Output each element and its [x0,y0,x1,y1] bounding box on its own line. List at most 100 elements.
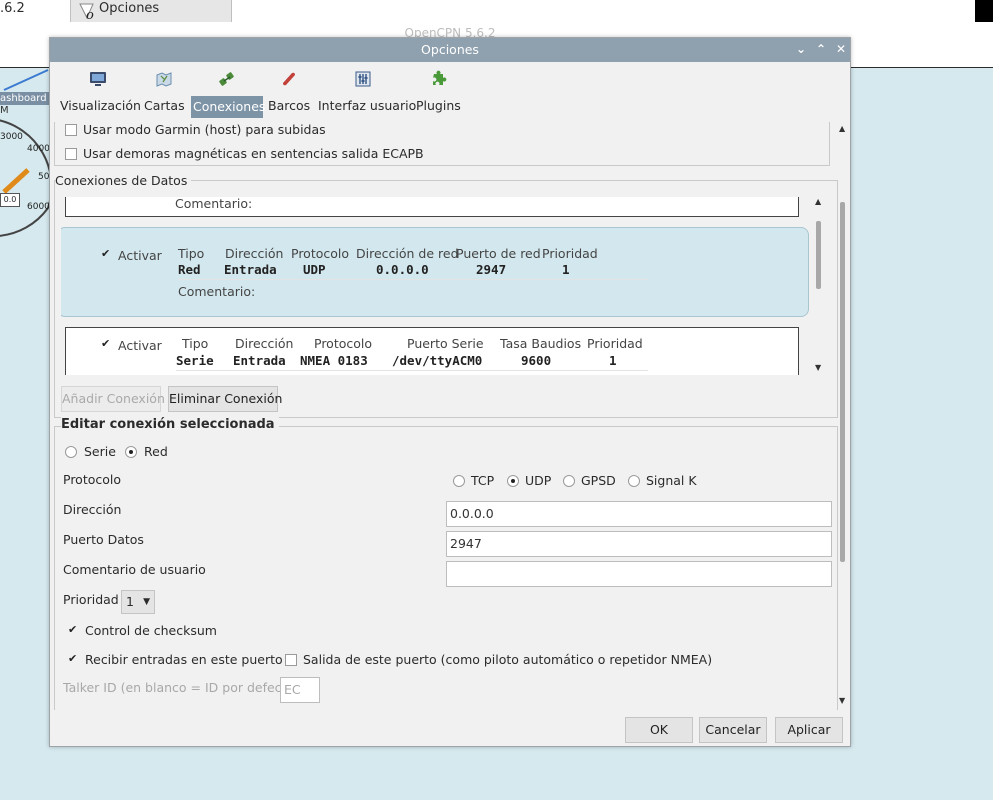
tab-barcos-label: Barcos [268,98,311,113]
apply-button[interactable]: Aplicar [775,717,843,743]
add-connection-button[interactable]: Añadir Conexión [61,386,165,412]
dialog-title: Opciones [421,42,479,57]
receive-checkbox[interactable] [67,652,79,666]
svg-text:o: o [86,8,94,20]
header-tipo: Tipo [178,246,205,261]
garmin-label: Usar modo Garmin (host) para subidas [83,122,326,137]
tab-conexiones[interactable]: Conexiones [191,66,265,118]
tab-visualizacion[interactable]: Visualización [58,66,141,116]
options-dialog: Opciones ⌄ ⌃ ✕ Visualización Cartas Cone… [49,37,851,747]
connection-card-selected[interactable]: Activar Tipo Dirección Protocolo Direcci… [61,227,809,317]
activate-checkbox[interactable] [100,337,112,351]
magnetic-checkbox[interactable] [65,148,77,160]
output-checkbox[interactable] [285,654,297,666]
tab-visualizacion-label: Visualización [60,98,141,113]
connection-card-serial[interactable]: Activar Tipo Dirección Protocolo Puerto … [65,327,799,375]
type-red-label: Red [144,444,168,459]
activate-label: Activar [118,248,162,263]
port-input[interactable]: 2947 [446,531,832,557]
dashboard-graph [3,69,49,91]
data-connections-legend: Conexiones de Datos [55,173,192,188]
protocol-udp-label: UDP [525,473,552,488]
type-red-radio[interactable] [125,446,137,458]
background-taskbar: .6.2 o Opciones [0,0,993,22]
garmin-checkbox[interactable] [65,124,77,136]
value-direccion: Entrada [233,353,286,368]
gauge-tick-50: 50 [38,172,50,182]
scroll-thumb[interactable] [816,221,821,289]
chevron-down-icon: ▼ [143,597,150,607]
monitor-icon [90,72,106,86]
priority-value: 1 [126,594,134,609]
port-label: Puerto Datos [63,532,144,547]
talker-id-label: Talker ID (en blanco = ID por defecto) [63,680,299,695]
tab-barcos[interactable]: Barcos [266,66,312,116]
scroll-down-icon[interactable]: ▼ [839,696,845,705]
connections-list-scrollbar[interactable]: ▲ ▼ [813,197,825,375]
value-direccion-red: 0.0.0.0 [376,262,429,277]
protocol-tcp-radio[interactable] [453,475,465,487]
gauge-tick-6000: 6000 [27,202,50,212]
type-serie-label: Serie [84,444,116,459]
tab-plugins[interactable]: Plugins [414,66,462,116]
tab-cartas[interactable]: Cartas [142,66,186,116]
background-corner [975,0,993,22]
value-direccion: Entrada [224,262,277,277]
options-taskbar-tab[interactable]: o Opciones [70,0,232,22]
general-options-box: Usar modo Garmin (host) para subidas Usa… [54,122,830,166]
ok-button[interactable]: OK [625,717,693,743]
value-tipo: Red [178,262,201,277]
type-serie-radio[interactable] [65,446,77,458]
connections-list[interactable]: Comentario: Activar Tipo Dirección Proto… [61,197,811,375]
plugins-icon [433,70,447,85]
protocol-signalk-radio[interactable] [628,475,640,487]
tab-interfaz-usuario[interactable]: Interfaz usuario [316,66,417,116]
value-protocolo: UDP [303,262,326,277]
header-direccion-red: Dirección de red [356,246,459,261]
options-taskbar-label: Opciones [99,1,160,16]
scroll-up-icon[interactable]: ▲ [839,124,845,133]
remove-connection-button[interactable]: Eliminar Conexión [168,386,282,412]
checksum-checkbox[interactable] [67,623,79,637]
dialog-titlebar[interactable]: Opciones ⌄ ⌃ ✕ [50,38,850,62]
activate-checkbox[interactable] [100,247,112,261]
row-separator [176,370,648,371]
header-protocolo: Protocolo [314,336,373,351]
header-tipo: Tipo [182,336,209,351]
protocol-udp-radio[interactable] [507,475,519,487]
close-icon[interactable]: ✕ [833,41,849,57]
header-direccion: Dirección [225,246,284,261]
gauge-value-box: 0.0 [0,193,20,207]
scroll-thumb[interactable] [840,202,845,562]
connection-card-partial[interactable]: Comentario: [65,197,799,217]
maximize-icon[interactable]: ⌃ [813,41,829,57]
row-separator [178,279,648,280]
header-direccion: Dirección [235,336,294,351]
edit-connection-legend: Editar conexión seleccionada [61,417,279,432]
address-input[interactable]: 0.0.0.0 [446,501,832,527]
tab-interfaz-usuario-label: Interfaz usuario [318,98,417,113]
charts-icon [156,72,172,87]
user-comment-input[interactable] [446,561,832,587]
scroll-up-icon[interactable]: ▲ [815,197,821,206]
data-connections-group: Conexiones de Datos Comentario: Activar … [54,173,838,418]
output-label: Salida de este puerto (como piloto autom… [303,652,713,667]
priority-select[interactable]: 1 ▼ [121,590,155,614]
scroll-down-icon[interactable]: ▼ [815,363,821,372]
connection-comment-label: Comentario: [175,197,253,211]
cancel-button[interactable]: Cancelar [699,717,767,743]
options-content-scrollbar[interactable]: ▲ ▼ [838,122,848,710]
opencpn-app-icon: o [79,3,94,20]
value-puerto-serie: /dev/ttyACM0 [392,353,483,368]
dashboard-label: ashboard [0,92,50,105]
protocol-gpsd-radio[interactable] [563,475,575,487]
protocol-signalk-label: Signal K [646,473,697,488]
minimize-icon[interactable]: ⌄ [793,41,809,57]
receive-label: Recibir entradas en este puerto [85,652,283,667]
options-toolbar: Visualización Cartas Conexiones Barcos I… [50,62,850,120]
header-prioridad: Prioridad [587,336,643,351]
value-prioridad: 1 [562,262,570,277]
user-comment-label: Comentario de usuario [63,562,206,577]
tab-plugins-label: Plugins [416,98,461,113]
talker-id-input[interactable]: EC [280,677,320,703]
